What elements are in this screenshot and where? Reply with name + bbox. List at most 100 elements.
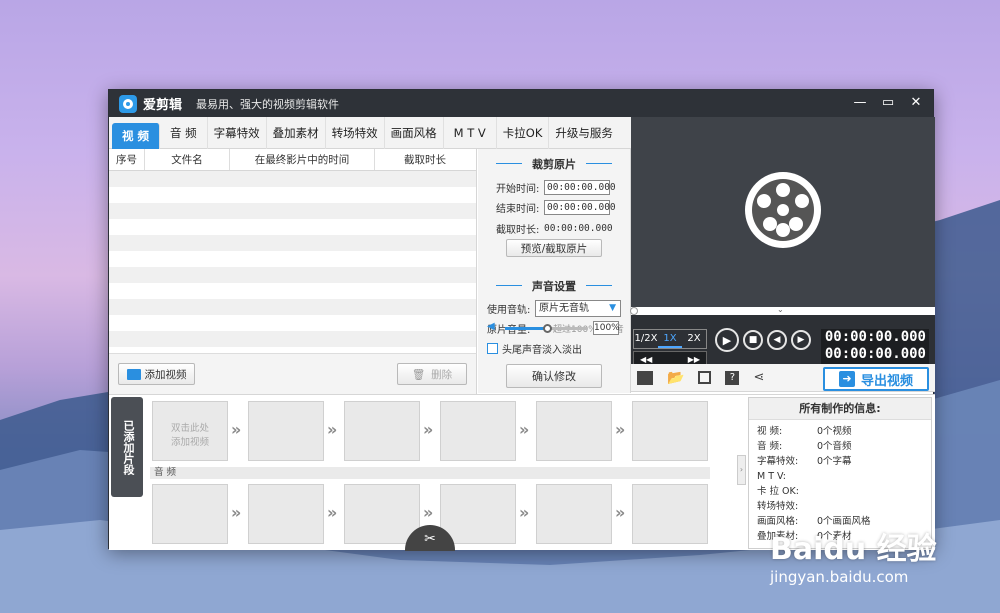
save-icon[interactable]	[698, 371, 712, 384]
audio-track-value: 原片无音轨	[539, 303, 589, 314]
table-row	[109, 203, 476, 219]
column-header[interactable]: 文件名	[145, 149, 230, 170]
clip-slot[interactable]	[248, 401, 324, 461]
prev-button[interactable]: ◀	[767, 330, 787, 350]
share-icon[interactable]: ⋖	[753, 370, 764, 385]
close-button[interactable]: ✕	[907, 94, 925, 112]
end-time-label: 结束时间:	[496, 204, 540, 215]
speed-half[interactable]: 1/2X	[634, 330, 658, 348]
info-row: 卡 拉 OK:	[757, 484, 931, 499]
table-row	[109, 251, 476, 267]
arrow-icon: »	[231, 420, 242, 439]
tab-style[interactable]: 画面风格	[385, 116, 444, 149]
add-video-button[interactable]: 添加视频	[118, 363, 195, 385]
info-key: M T V:	[757, 471, 786, 482]
column-header[interactable]: 在最终影片中的时间	[230, 149, 375, 170]
volume-slider[interactable]	[505, 324, 587, 333]
start-time-input[interactable]: 00:00:00.000	[544, 180, 616, 195]
tab-mtv[interactable]: M T V	[444, 116, 497, 149]
duration-value: 00:00:00.000	[544, 223, 613, 234]
table-row	[109, 235, 476, 251]
audio-track-label: 使用音轨:	[487, 305, 531, 316]
film-reel-icon	[745, 172, 821, 248]
stop-icon: ■	[748, 335, 758, 345]
confirm-button[interactable]: 确认修改	[506, 364, 602, 388]
current-time: 00:00:00.000	[824, 329, 926, 345]
audio-section-title: 声音设置	[478, 278, 630, 294]
speed-1x[interactable]: 1X	[658, 330, 682, 348]
export-label: 导出视频	[860, 373, 913, 389]
app-window: 爱剪辑 最易用、强大的视频剪辑软件 — ▭ ✕ 视 频 音 频 字幕特效 叠加素…	[108, 89, 935, 551]
arrow-icon: »	[615, 420, 626, 439]
audio-slot[interactable]	[632, 484, 708, 544]
play-button[interactable]: ▶	[715, 328, 739, 352]
preview-screen[interactable]	[631, 117, 935, 307]
fade-checkbox[interactable]	[487, 343, 498, 354]
stop-button[interactable]: ■	[743, 330, 763, 350]
audio-slot[interactable]	[152, 484, 228, 544]
info-value: 0个字幕	[817, 456, 852, 467]
app-slogan: 最易用、强大的视频剪辑软件	[196, 97, 340, 111]
info-key: 视 频:	[757, 426, 783, 437]
tab-video[interactable]: 视 频	[112, 122, 161, 149]
tab-subtitle[interactable]: 字幕特效	[208, 116, 267, 149]
seek-handle[interactable]	[630, 307, 638, 315]
player-toolbar: 📂 ? ⋖ ➜ 导出视频	[631, 364, 935, 392]
table-row	[109, 171, 476, 187]
next-button[interactable]: ▶	[791, 330, 811, 350]
info-key: 音 频:	[757, 441, 783, 452]
added-clips-tab[interactable]: 已添加片段	[111, 397, 143, 497]
end-time-input[interactable]: 00:00:00.000	[544, 200, 616, 215]
scissors-icon: ✂	[424, 531, 436, 547]
info-key: 字幕特效:	[757, 456, 799, 467]
clip-slot[interactable]	[440, 401, 516, 461]
crop-audio-panel: 裁剪原片 开始时间: 00:00:00.000 结束时间: 00:00:00.0…	[478, 149, 631, 393]
tab-audio[interactable]: 音 频	[160, 116, 208, 149]
delete-label: 删除	[431, 368, 453, 381]
add-video-slot[interactable]: 双击此处 添加视频	[152, 401, 228, 461]
step-back-icon[interactable]: ◀◀	[640, 355, 652, 364]
tab-karaoke[interactable]: 卡拉OK	[497, 116, 550, 149]
audio-slot[interactable]	[440, 484, 516, 544]
maximize-button[interactable]: ▭	[879, 94, 897, 112]
audio-track-select[interactable]: 原片无音轨 ▼	[535, 300, 621, 317]
tab-overlay[interactable]: 叠加素材	[267, 116, 326, 149]
seek-bar[interactable]: ⌄	[630, 305, 935, 315]
new-project-icon[interactable]	[637, 370, 653, 385]
watermark-url: jingyan.baidu.com	[770, 568, 909, 586]
clip-slot[interactable]	[632, 401, 708, 461]
table-row	[109, 299, 476, 315]
info-key: 卡 拉 OK:	[757, 486, 799, 497]
audio-slot[interactable]	[536, 484, 612, 544]
file-table-body[interactable]	[109, 171, 476, 363]
speed-2x[interactable]: 2X	[682, 330, 706, 348]
chevron-down-icon[interactable]: ⌄	[777, 305, 784, 314]
tab-transition[interactable]: 转场特效	[326, 116, 385, 149]
tab-upgrade[interactable]: 升级与服务	[549, 117, 619, 149]
preview-crop-button[interactable]: 预览/截取原片	[506, 239, 602, 257]
next-icon: ▶	[797, 335, 805, 345]
prev-icon: ◀	[773, 335, 781, 345]
dropdown-arrow-icon: ▼	[609, 303, 616, 313]
collapse-handle[interactable]: ›	[737, 455, 746, 485]
table-row	[109, 315, 476, 331]
file-table-header: 序号 文件名 在最终影片中的时间 截取时长	[109, 149, 476, 171]
arrow-icon: »	[519, 420, 530, 439]
total-time: 00:00:00.000	[824, 346, 926, 362]
volume-slider-handle[interactable]	[543, 324, 552, 333]
clip-slot[interactable]	[536, 401, 612, 461]
export-video-button[interactable]: ➜ 导出视频	[823, 367, 929, 391]
column-header[interactable]: 截取时长	[375, 149, 475, 170]
info-row: M T V:	[757, 469, 931, 484]
audio-slot[interactable]	[248, 484, 324, 544]
volume-value-input[interactable]: 100%	[593, 321, 620, 335]
table-row	[109, 187, 476, 203]
minimize-button[interactable]: —	[851, 94, 869, 112]
column-header[interactable]: 序号	[109, 149, 145, 170]
step-forward-icon[interactable]: ▶▶	[688, 355, 700, 364]
help-icon[interactable]: ?	[725, 370, 740, 385]
delete-button[interactable]: 🗑 删除	[397, 363, 467, 385]
arrow-icon: »	[423, 503, 434, 522]
clip-slot[interactable]	[344, 401, 420, 461]
open-folder-icon[interactable]: 📂	[667, 370, 684, 386]
